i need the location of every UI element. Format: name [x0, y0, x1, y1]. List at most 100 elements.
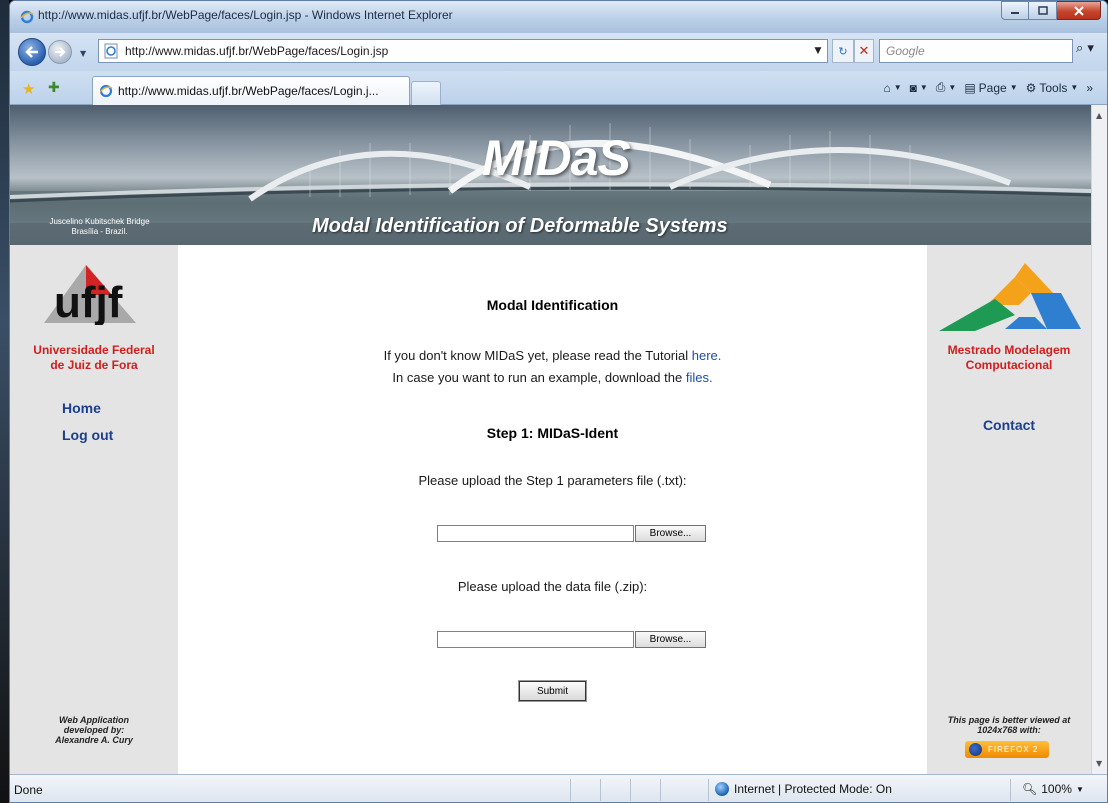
upload-parameters-label: Please upload the Step 1 parameters file…: [418, 473, 687, 488]
url-dropdown-icon[interactable]: ▼: [809, 46, 827, 56]
refresh-button[interactable]: ↻: [832, 39, 854, 63]
example-files-link[interactable]: files.: [686, 370, 713, 385]
tab-label: http://www.midas.ufjf.br/WebPage/faces/L…: [118, 84, 379, 98]
close-button[interactable]: [1057, 1, 1101, 20]
ie-page-icon: [104, 43, 118, 59]
feeds-dropdown-icon: ▼: [919, 83, 928, 92]
status-divider: [660, 779, 661, 801]
vertical-scrollbar[interactable]: ▲ ▼: [1091, 105, 1107, 774]
firefox-icon: [969, 743, 982, 756]
zoom-dropdown-icon: ▼: [1075, 784, 1084, 794]
university-name-line-1: Universidade Federal: [33, 343, 155, 357]
example-paragraph: In case you want to run an example, down…: [178, 370, 927, 385]
mmc-logo: [939, 263, 1081, 331]
search-icon[interactable]: ⌕ ▾: [1076, 41, 1094, 56]
minimize-button[interactable]: [1001, 1, 1029, 20]
example-text: In case you want to run an example, down…: [392, 370, 686, 385]
firefox-badge[interactable]: FIREFOX 2: [965, 741, 1049, 758]
page-menu-label: Page: [978, 80, 1007, 95]
nav-home-link[interactable]: Home: [62, 400, 101, 416]
status-divider: [600, 779, 601, 801]
note-line-2: 1024x768 with:: [977, 725, 1041, 735]
developer-credit: Web Application developed by: Alexandre …: [10, 715, 178, 745]
page-viewport: MIDaS Modal Identification of Deformable…: [10, 105, 1091, 774]
site-banner: MIDaS Modal Identification of Deformable…: [10, 105, 1091, 245]
credit-line-2: developed by:: [63, 725, 125, 735]
printer-icon: ⎙: [935, 80, 946, 94]
ie-tab-icon: [99, 84, 113, 98]
step-heading: Step 1: MIDaS-Ident: [486, 425, 619, 441]
window-controls: [1001, 1, 1101, 20]
rss-icon: ◙: [909, 80, 917, 95]
status-divider: [630, 779, 631, 801]
tools-menu-label: Tools: [1039, 80, 1068, 95]
stop-button[interactable]: ✕: [854, 39, 874, 63]
search-input[interactable]: Google: [879, 39, 1073, 63]
favorites-star-icon[interactable]: ★: [22, 80, 35, 98]
tutorial-link[interactable]: here.: [692, 348, 722, 363]
data-browse-button[interactable]: Browse...: [635, 631, 706, 648]
gear-icon: ⚙: [1025, 80, 1037, 95]
parameters-file-field[interactable]: [437, 525, 634, 542]
url-text: http://www.midas.ufjf.br/WebPage/faces/L…: [125, 44, 389, 58]
close-icon: [1073, 5, 1084, 16]
credit-line-3: Alexandre A. Cury: [55, 735, 133, 745]
nav-logout-link[interactable]: Log out: [62, 427, 113, 443]
command-bar: ⌂ ▼ ◙ ▼ ⎙ ▼ ▤ Page ▼ ⚙ Tools ▼ »: [883, 80, 1093, 95]
more-commands-button[interactable]: »: [1086, 81, 1093, 95]
parameters-file-input: Browse...: [437, 525, 706, 542]
status-divider: [1010, 779, 1011, 801]
program-name: Mestrado Modelagem Computacional: [927, 343, 1091, 373]
tools-menu[interactable]: ⚙ Tools ▼: [1026, 81, 1079, 95]
submit-button[interactable]: Submit: [518, 680, 587, 702]
security-zone[interactable]: Internet | Protected Mode: On: [715, 782, 892, 796]
maximize-button[interactable]: [1029, 1, 1057, 20]
university-name-line-2: de Juiz de Fora: [50, 358, 138, 372]
forward-button[interactable]: [48, 40, 72, 64]
status-bar: Done Internet | Protected Mode: On 🔍︎ 10…: [10, 774, 1107, 802]
ie-logo-icon: [20, 10, 34, 24]
back-button[interactable]: [18, 38, 46, 66]
page-icon: ▤: [964, 80, 976, 95]
tutorial-paragraph: If you don't know MIDaS yet, please read…: [178, 348, 927, 363]
upload-data-label: Please upload the data file (.zip):: [457, 579, 648, 594]
credit-line-1: Web Application: [58, 715, 129, 725]
print-button[interactable]: ⎙ ▼: [936, 80, 957, 95]
data-file-field[interactable]: [437, 631, 634, 648]
url-field[interactable]: http://www.midas.ufjf.br/WebPage/faces/L…: [98, 39, 828, 63]
scroll-down-icon[interactable]: ▼: [1096, 759, 1102, 768]
contact-link[interactable]: Contact: [927, 417, 1091, 433]
zoom-control[interactable]: 🔍︎ 100% ▼: [1022, 782, 1084, 796]
left-sidebar: ufjf Universidade Federal de Juiz de For…: [10, 245, 178, 774]
tutorial-text: If you don't know MIDaS yet, please read…: [383, 348, 692, 363]
new-tab-button[interactable]: [411, 81, 441, 105]
home-button[interactable]: ⌂ ▼: [883, 81, 901, 95]
maximize-icon: [1037, 6, 1048, 15]
caption-line-1: Juscelino Kubitschek Bridge: [49, 217, 150, 226]
feeds-button[interactable]: ◙ ▼: [910, 81, 928, 95]
add-favorite-icon[interactable]: ✚: [48, 80, 60, 96]
caption-line-2: Brasília - Brazil.: [71, 227, 128, 236]
recent-pages-dropdown-icon[interactable]: ▼: [80, 49, 86, 58]
scroll-up-icon[interactable]: ▲: [1096, 111, 1102, 120]
title-bar: http://www.midas.ufjf.br/WebPage/faces/L…: [10, 1, 1107, 33]
address-bar: ▼ http://www.midas.ufjf.br/WebPage/faces…: [10, 33, 1107, 71]
page-heading: Modal Identification: [486, 297, 619, 313]
right-sidebar: Mestrado Modelagem Computacional Contact…: [927, 245, 1091, 774]
photo-caption: Juscelino Kubitschek Bridge Brasília - B…: [22, 217, 177, 237]
minimize-icon: [1011, 11, 1019, 14]
parameters-browse-button[interactable]: Browse...: [635, 525, 706, 542]
data-file-input: Browse...: [437, 631, 706, 648]
firefox-badge-label: FIREFOX 2: [988, 745, 1039, 754]
refresh-icon: ↻: [838, 44, 848, 58]
back-arrow-icon: [25, 46, 38, 58]
site-brand: MIDaS: [482, 130, 631, 186]
site-tagline: Modal Identification of Deformable Syste…: [312, 215, 728, 237]
tab-current[interactable]: http://www.midas.ufjf.br/WebPage/faces/L…: [92, 76, 410, 105]
forward-arrow-icon: [55, 47, 66, 57]
globe-icon: [715, 782, 729, 796]
resolution-note: This page is better viewed at 1024x768 w…: [927, 715, 1091, 735]
browser-window: http://www.midas.ufjf.br/WebPage/faces/L…: [9, 0, 1108, 803]
magnifier-icon: 🔍︎: [1022, 782, 1038, 796]
page-menu[interactable]: ▤ Page ▼: [964, 81, 1017, 95]
